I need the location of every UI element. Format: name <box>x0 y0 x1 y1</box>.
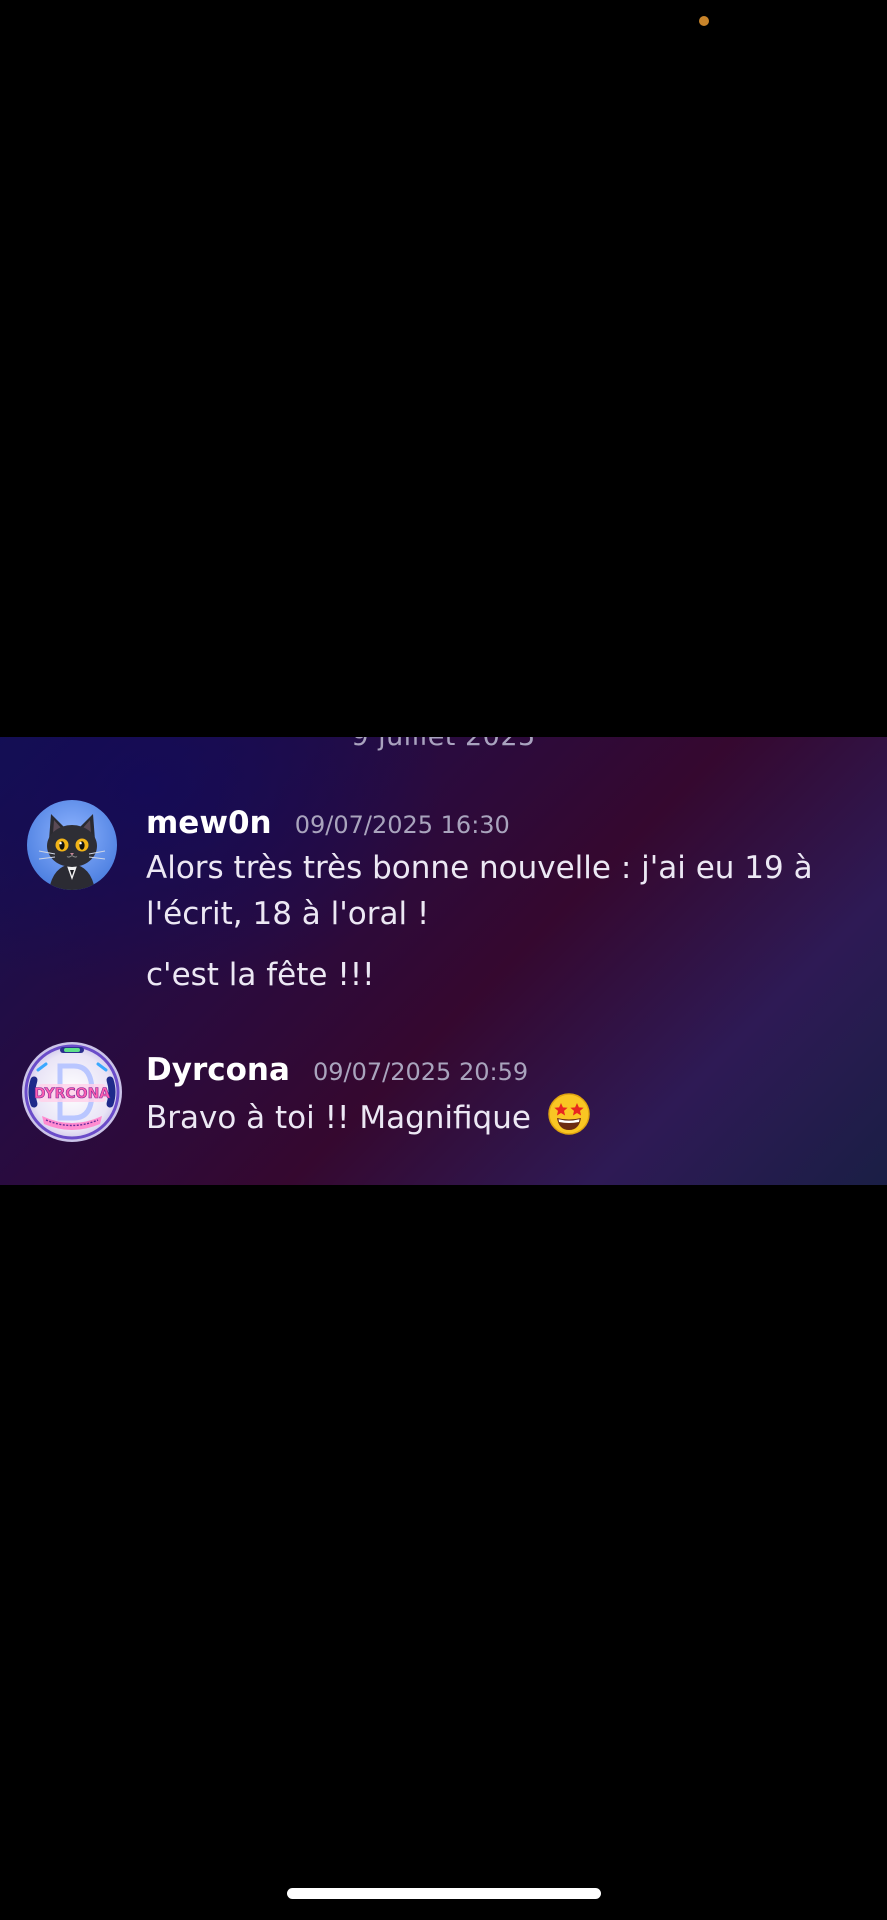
message-header: Dyrcona 09/07/2025 20:59 <box>146 1052 528 1088</box>
chat-message-area[interactable]: 9 juillet 2025 <box>0 737 887 1185</box>
privacy-indicator-dot <box>699 16 709 26</box>
message-header: mew0n 09/07/2025 16:30 <box>146 805 510 841</box>
message-timestamp: 09/07/2025 16:30 <box>294 811 510 839</box>
home-indicator-bar[interactable] <box>287 1888 601 1899</box>
username[interactable]: mew0n <box>146 805 272 841</box>
avatar-dyrcona[interactable]: DYRCONA <box>20 1040 124 1144</box>
svg-text:DYRCONA: DYRCONA <box>34 1086 110 1102</box>
message-text-content: Bravo à toi !! Magnifique <box>146 1100 531 1136</box>
message-text: c'est la fête !!! <box>146 957 375 993</box>
message-timestamp: 09/07/2025 20:59 <box>312 1058 529 1086</box>
date-divider: 9 juillet 2025 <box>0 737 887 752</box>
username[interactable]: Dyrcona <box>146 1052 290 1088</box>
avatar-mew0n[interactable] <box>27 800 117 890</box>
black-cat-avatar-icon <box>27 800 117 890</box>
star-struck-emoji-icon <box>548 1093 590 1135</box>
dyrcona-logo-avatar-icon: DYRCONA <box>22 1042 122 1142</box>
message-text: Alors très très bonne nouvelle : j'ai eu… <box>146 850 813 932</box>
message-text: Bravo à toi !! Magnifique <box>146 1092 846 1141</box>
